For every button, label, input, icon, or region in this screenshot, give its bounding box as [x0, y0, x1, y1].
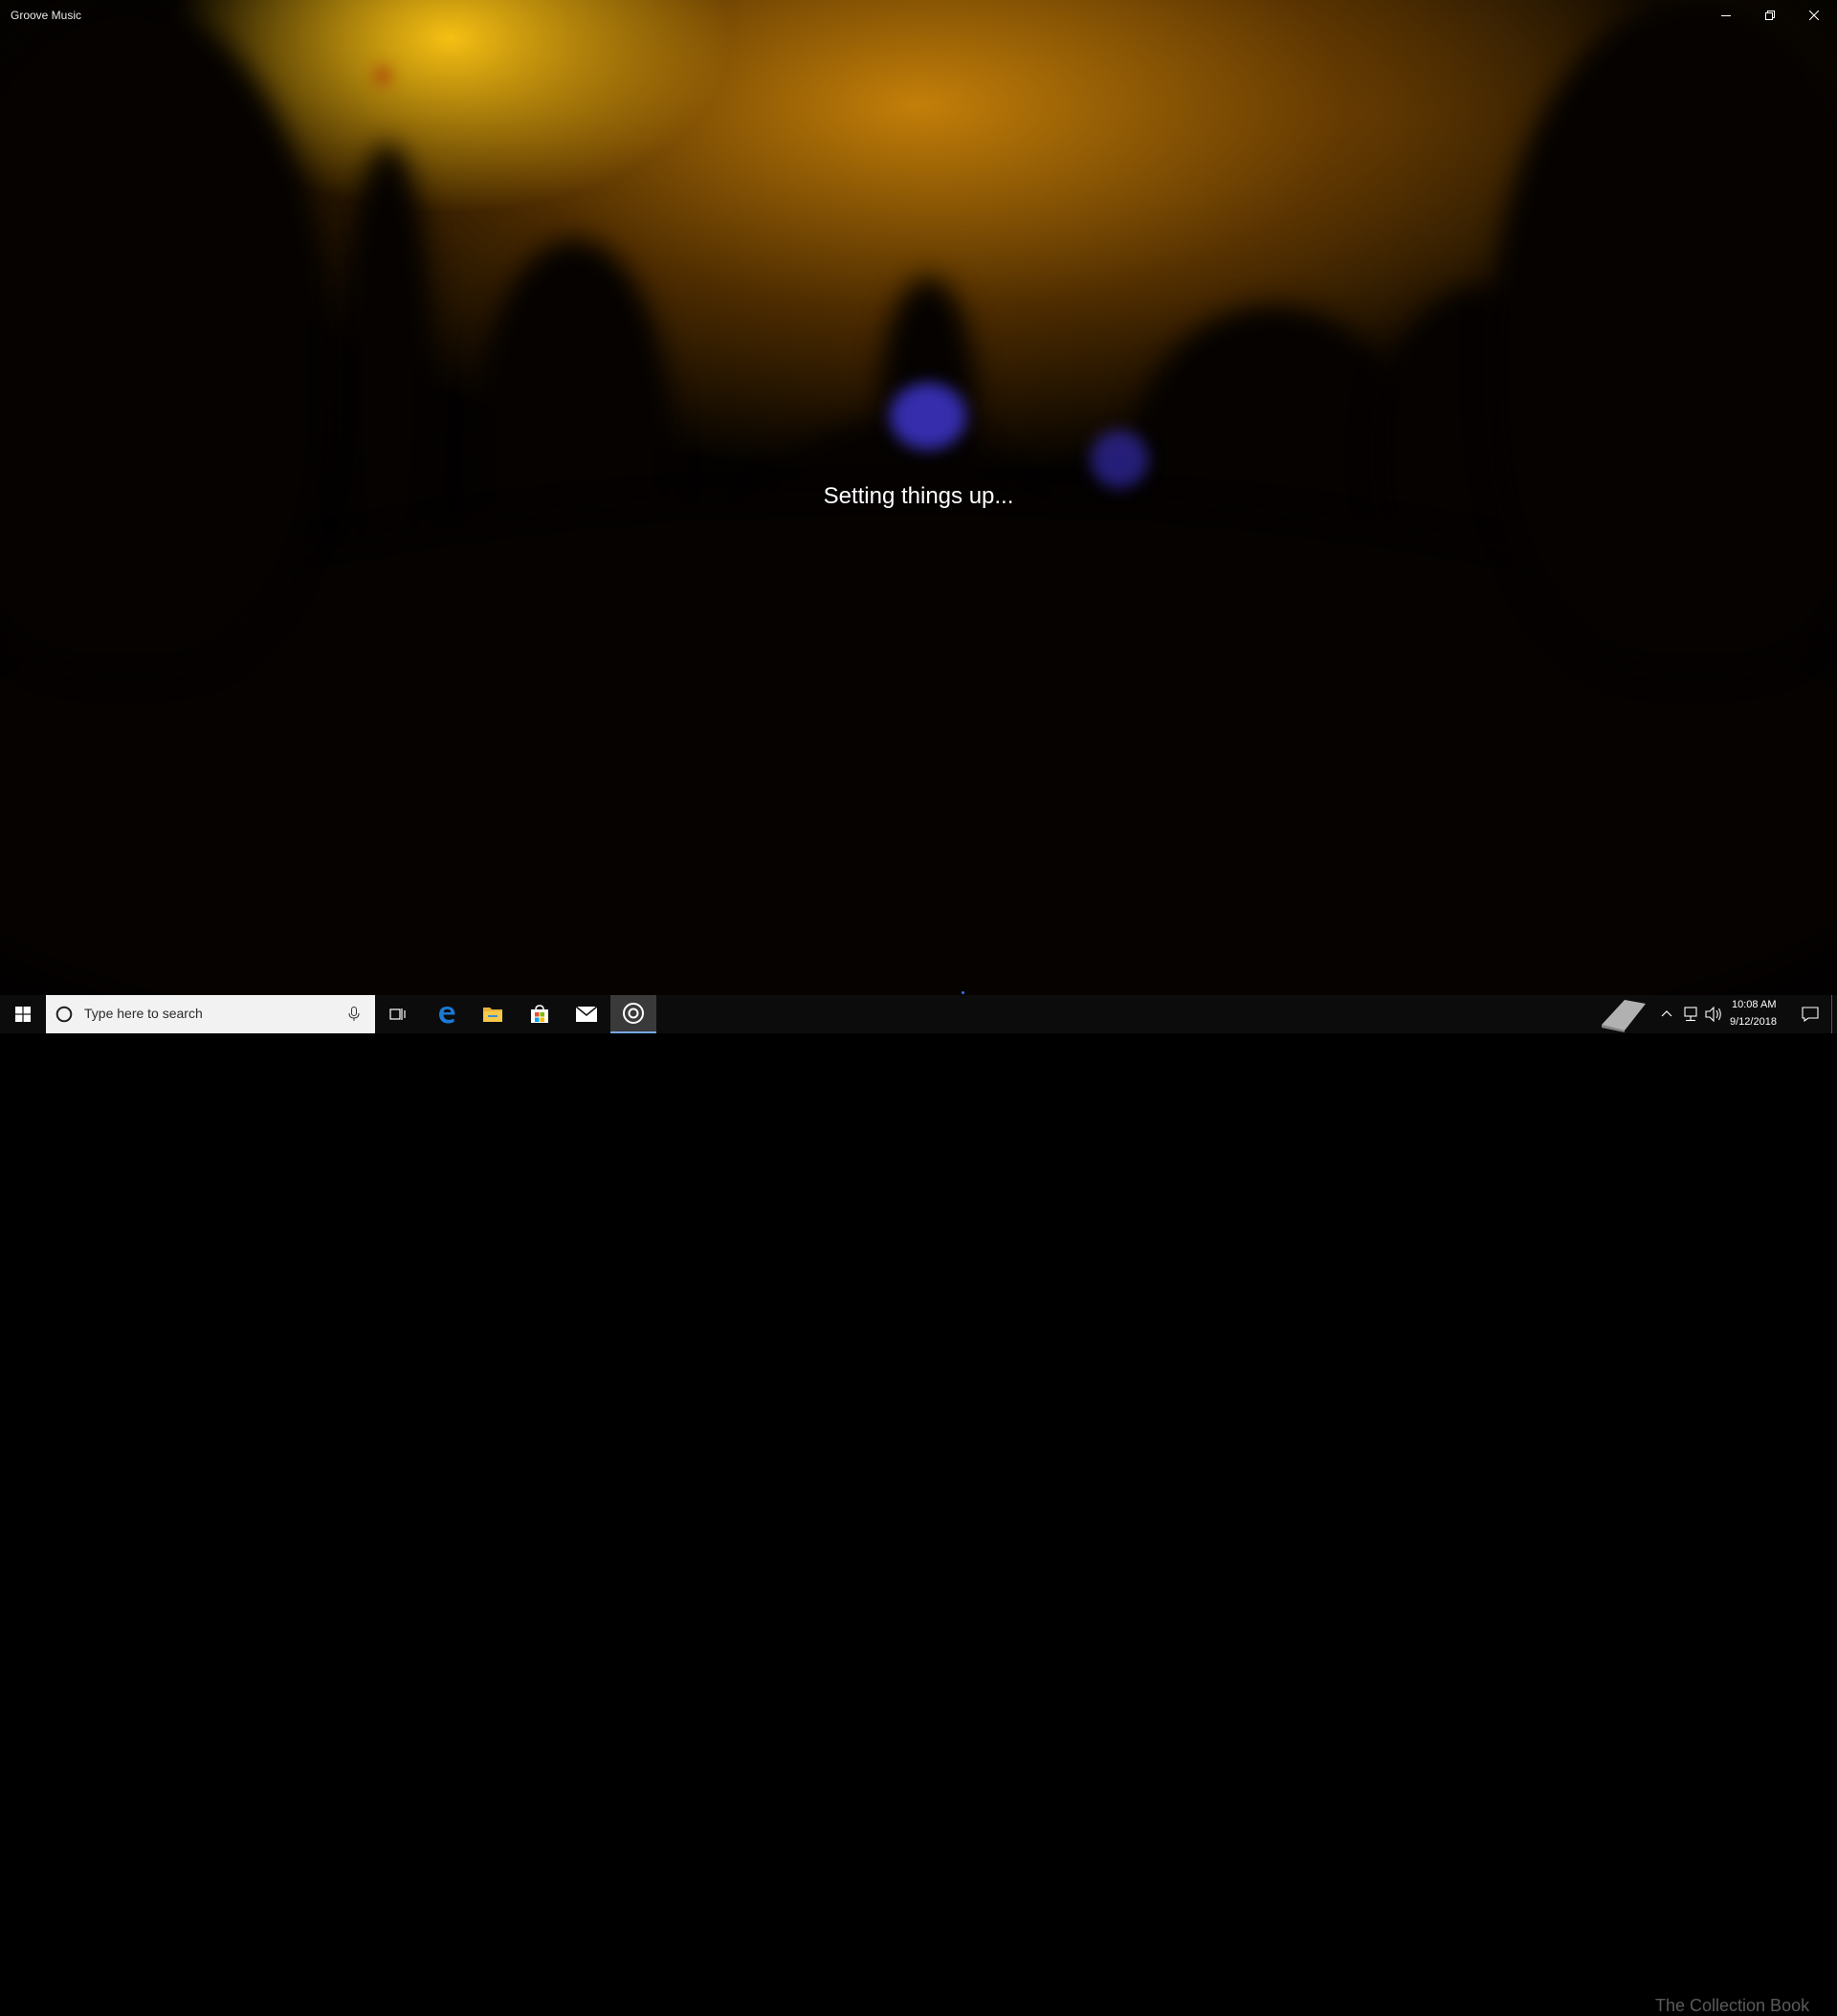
window-title: Groove Music	[11, 9, 82, 22]
groove-music-window: Groove Music Setting things up...	[0, 0, 1837, 995]
task-view-button[interactable]	[375, 995, 421, 1033]
loading-status-text: Setting things up...	[823, 483, 1014, 509]
restore-button[interactable]	[1748, 0, 1792, 31]
minimize-button[interactable]	[1704, 0, 1748, 31]
chevron-up-icon[interactable]	[1661, 1009, 1672, 1017]
mail-icon	[575, 1006, 598, 1022]
book-icon	[1602, 1000, 1646, 1032]
groove-music-icon	[623, 1003, 644, 1024]
mail-taskbar-button[interactable]	[564, 995, 609, 1033]
close-icon	[1809, 11, 1819, 20]
microphone-icon[interactable]	[348, 1007, 360, 1022]
left-shadow-silhouette	[0, 0, 325, 670]
clock[interactable]: 10:08 AM 9/12/2018	[1726, 995, 1783, 1033]
taskbar-search-box[interactable]: Type here to search	[46, 995, 375, 1033]
cortana-icon	[55, 1006, 73, 1023]
start-button[interactable]	[0, 995, 46, 1033]
red-stage-light	[375, 67, 390, 84]
file-explorer-icon	[483, 1008, 502, 1022]
restore-icon	[1765, 11, 1775, 20]
search-placeholder: Type here to search	[84, 1006, 203, 1021]
minimize-icon	[1721, 15, 1731, 16]
store-taskbar-button[interactable]	[517, 995, 563, 1033]
edge-taskbar-button[interactable]	[424, 995, 470, 1033]
clock-time: 10:08 AM	[1732, 999, 1777, 1010]
windows-start-icon	[15, 1007, 31, 1022]
close-button[interactable]	[1792, 0, 1836, 31]
clock-date: 9/12/2018	[1730, 1016, 1777, 1028]
task-view-icon	[389, 1008, 406, 1020]
network-icon[interactable]	[1682, 1007, 1699, 1022]
show-desktop-button[interactable]	[1831, 995, 1837, 1033]
volume-icon[interactable]	[1705, 1007, 1722, 1022]
edge-icon	[439, 1007, 455, 1024]
file-explorer-taskbar-button[interactable]	[470, 995, 516, 1033]
title-bar[interactable]: Groove Music	[0, 0, 1837, 31]
blue-stage-light	[1091, 431, 1148, 488]
taskbar: Type here to search The Collection Book …	[0, 995, 1837, 2015]
blue-stage-light	[890, 383, 966, 450]
store-icon	[531, 1005, 548, 1023]
action-center-button[interactable]	[1791, 995, 1829, 1033]
action-center-icon	[1802, 1007, 1819, 1022]
loading-progress-dot	[962, 991, 964, 994]
watermark-text: The Collection Book	[1655, 1996, 1810, 2015]
right-shadow-silhouette	[1493, 0, 1837, 670]
groove-music-taskbar-button[interactable]	[610, 995, 656, 1033]
